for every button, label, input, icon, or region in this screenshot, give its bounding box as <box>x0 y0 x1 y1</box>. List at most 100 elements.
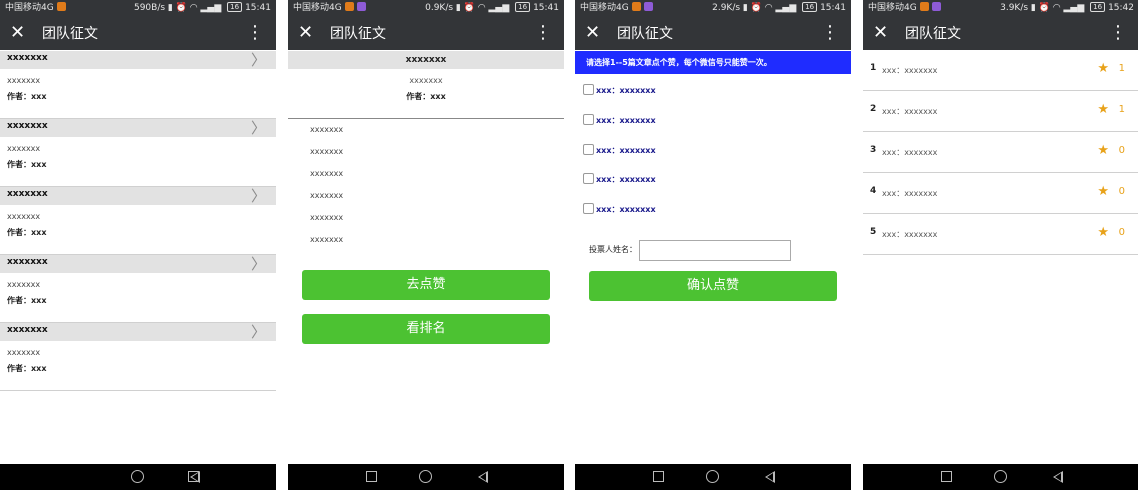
home-icon[interactable] <box>706 470 719 483</box>
like-count: 1 <box>1118 104 1125 115</box>
recent-apps-icon[interactable] <box>366 471 377 482</box>
home-icon[interactable] <box>131 470 144 483</box>
voter-name-input[interactable] <box>639 240 791 261</box>
status-bar: 中国移动4G 3.9K/s ▮ ⏰ ◠ ▂▄▆ 16 15:42 <box>863 0 1138 17</box>
like-count: 0 <box>1118 227 1125 238</box>
home-icon[interactable] <box>419 470 432 483</box>
recent-apps-icon[interactable] <box>653 471 664 482</box>
ranking-name: xxx：xxxxxxx <box>882 189 938 198</box>
article-author: 作者：xxx <box>7 92 47 101</box>
status-right: 2.9K/s ▮ ⏰ ◠ ▂▄▆ 16 15:41 <box>712 2 846 13</box>
more-vert-icon[interactable]: ⋮ <box>534 23 552 43</box>
voter-name-label: 投票人姓名： <box>589 245 637 254</box>
status-right: 3.9K/s ▮ ⏰ ◠ ▂▄▆ 16 15:42 <box>1000 2 1134 13</box>
checkbox[interactable] <box>583 203 594 214</box>
vote-option[interactable]: xxx：xxxxxxx <box>583 144 656 156</box>
view-ranking-button[interactable]: 看排名 <box>302 314 550 344</box>
vote-option-label: xxx：xxxxxxx <box>596 205 656 214</box>
vote-option[interactable]: xxx：xxxxxxx <box>583 173 656 185</box>
like-count: 0 <box>1118 145 1125 156</box>
article-item[interactable]: xxxxxxx 〉 xxxxxxx 作者：xxx <box>0 255 276 323</box>
article-paragraph: xxxxxxx <box>310 147 344 156</box>
article-paragraph: xxxxxxx <box>310 169 344 178</box>
close-icon[interactable]: ✕ <box>585 23 600 43</box>
article-desc: xxxxxxx <box>7 76 41 85</box>
divider <box>288 118 564 119</box>
checkbox[interactable] <box>583 173 594 184</box>
article-item[interactable]: xxxxxxx 〉 xxxxxxx 作者：xxx <box>0 187 276 255</box>
like-count: 1 <box>1118 63 1125 74</box>
vote-option[interactable]: xxx：xxxxxxx <box>583 84 656 96</box>
article-item[interactable]: xxxxxxx 〉 xxxxxxx 作者：xxx <box>0 51 276 119</box>
notification-icon <box>631 2 641 11</box>
status-right: 0.9K/s ▮ ⏰ ◠ ▂▄▆ 16 15:41 <box>425 2 559 13</box>
like-button[interactable]: 去点赞 <box>302 270 550 300</box>
more-vert-icon[interactable]: ⋮ <box>1109 23 1127 43</box>
article-author: 作者：xxx <box>7 296 47 305</box>
article-title: xxxxxxx <box>7 325 48 335</box>
checkbox[interactable] <box>583 84 594 95</box>
checkbox[interactable] <box>583 144 594 155</box>
carrier-text: 中国移动4G <box>293 3 342 13</box>
status-right: 590B/s ▮ ⏰ ◠ ▂▄▆ 16 15:41 <box>133 2 271 13</box>
article-desc: xxxxxxx <box>7 212 41 221</box>
notification-icon <box>56 2 66 11</box>
star-icon: ★ <box>1097 184 1109 199</box>
more-vert-icon[interactable]: ⋮ <box>246 23 264 43</box>
status-bar: 中国移动4G 2.9K/s ▮ ⏰ ◠ ▂▄▆ 16 15:41 <box>575 0 851 17</box>
battery-icon: 16 <box>1090 2 1106 12</box>
notification-icon <box>344 2 354 11</box>
ranking-row[interactable]: 4 xxx：xxxxxxx ★ 0 <box>863 173 1138 214</box>
carrier-text: 中国移动4G <box>868 3 917 13</box>
rank-number: 2 <box>870 104 877 114</box>
carrier-label: 中国移动4G <box>293 0 366 17</box>
close-icon[interactable]: ✕ <box>10 23 25 43</box>
rank-number: 5 <box>870 227 877 237</box>
article-paragraph: xxxxxxx <box>310 235 344 244</box>
article-item[interactable]: xxxxxxx 〉 xxxxxxx 作者：xxx <box>0 119 276 187</box>
status-bar: 中国移动4G 0.9K/s ▮ ⏰ ◠ ▂▄▆ 16 15:41 <box>288 0 564 17</box>
ranking-name: xxx：xxxxxxx <box>882 107 938 116</box>
carrier-text: 中国移动4G <box>5 3 54 13</box>
article-title: xxxxxxx <box>7 257 48 267</box>
article-author: 作者：xxx <box>7 228 47 237</box>
more-vert-icon[interactable]: ⋮ <box>821 23 839 43</box>
article-paragraph: xxxxxxx <box>310 191 344 200</box>
ranking-row[interactable]: 3 xxx：xxxxxxx ★ 0 <box>863 132 1138 173</box>
android-nav-bar <box>863 464 1138 490</box>
vote-option[interactable]: xxx：xxxxxxx <box>583 203 656 215</box>
back-icon[interactable] <box>1053 471 1063 483</box>
back-icon[interactable] <box>765 471 775 483</box>
status-bar: 中国移动4G 590B/s ▮ ⏰ ◠ ▂▄▆ 16 15:41 <box>0 0 276 17</box>
ranking-row[interactable]: 1 xxx：xxxxxxx ★ 1 <box>863 50 1138 91</box>
close-icon[interactable]: ✕ <box>298 23 313 43</box>
notification-icon <box>919 2 929 11</box>
net-speed: 590B/s <box>133 3 166 13</box>
screen-article-list: 中国移动4G 590B/s ▮ ⏰ ◠ ▂▄▆ 16 15:41 ✕ 团队征文 ⋮… <box>0 0 276 490</box>
back-icon[interactable] <box>478 471 488 483</box>
vote-option[interactable]: xxx：xxxxxxx <box>583 114 656 126</box>
ranking-row[interactable]: 5 xxx：xxxxxxx ★ 0 <box>863 214 1138 255</box>
battery-icon: 16 <box>227 2 243 12</box>
star-icon: ★ <box>1097 102 1109 117</box>
article-list: xxxxxxx 〉 xxxxxxx 作者：xxx xxxxxxx 〉 xxxxxxx… <box>0 51 276 391</box>
checkbox[interactable] <box>583 114 594 125</box>
carrier-text: 中国移动4G <box>580 3 629 13</box>
ranking-row[interactable]: 2 xxx：xxxxxxx ★ 1 <box>863 91 1138 132</box>
home-icon[interactable] <box>994 470 1007 483</box>
chevron-right-icon: 〉 <box>250 51 266 69</box>
confirm-like-button[interactable]: 确认点赞 <box>589 271 837 301</box>
clock: 15:41 <box>533 3 559 13</box>
ranking-name: xxx：xxxxxxx <box>882 148 938 157</box>
article-item[interactable]: xxxxxxx 〉 xxxxxxx 作者：xxx <box>0 323 276 391</box>
close-icon[interactable]: ✕ <box>873 23 888 43</box>
article-desc: xxxxxxx <box>7 280 41 289</box>
recent-apps-icon[interactable] <box>941 471 952 482</box>
article-paragraph: xxxxxxx <box>310 125 344 134</box>
net-speed: 0.9K/s <box>425 3 454 13</box>
ranking-name: xxx：xxxxxxx <box>882 230 938 239</box>
ranking-name: xxx：xxxxxxx <box>882 66 938 75</box>
article-title: xxxxxxx <box>7 121 48 131</box>
article-header: xxxxxxx 〉 <box>0 119 276 137</box>
back-icon[interactable] <box>190 471 200 483</box>
